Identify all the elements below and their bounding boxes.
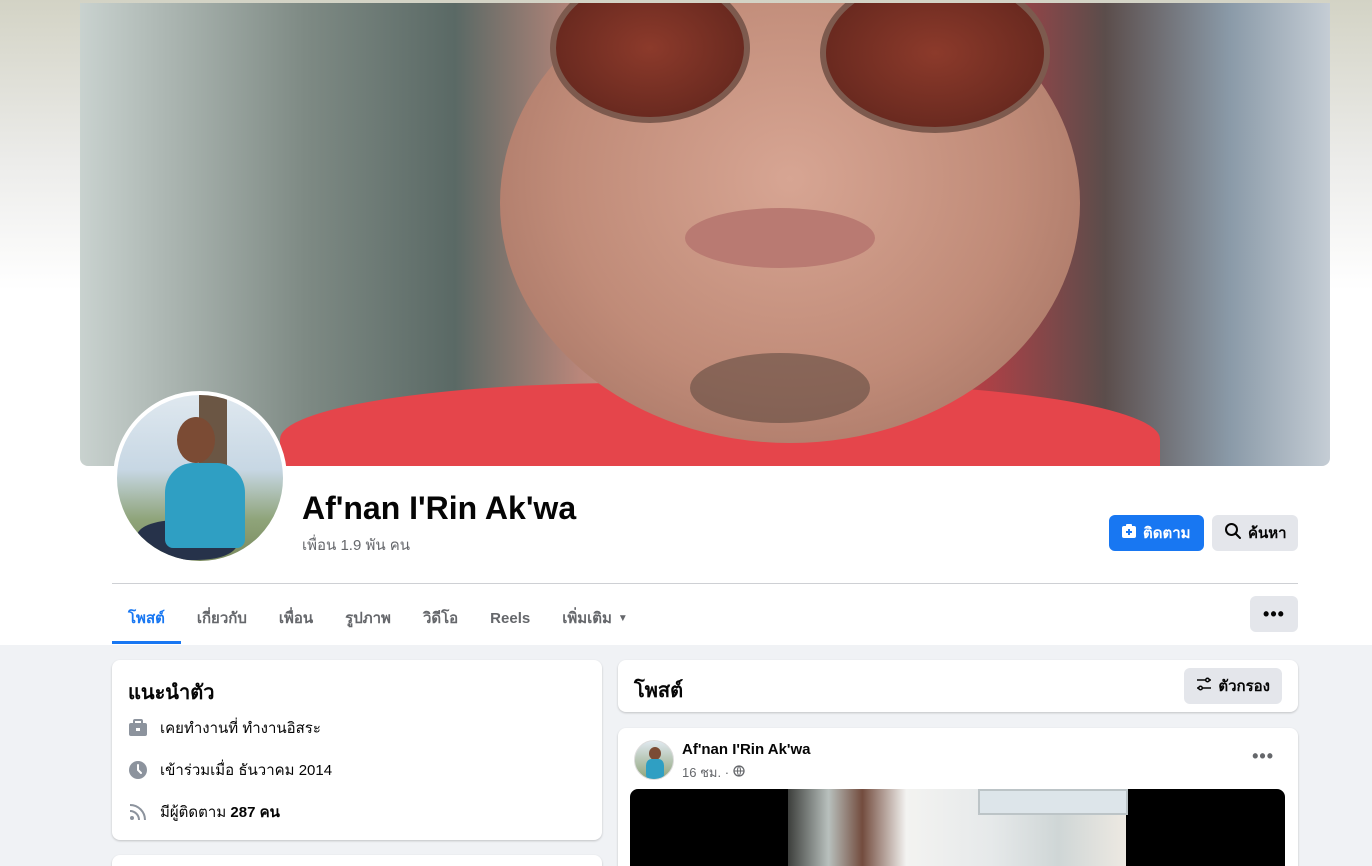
post-media[interactable] [630,789,1285,866]
search-label: ค้นหา [1248,525,1287,542]
followers-prefix: มีผู้ติดตาม [160,804,227,821]
intro-followers-row[interactable]: มีผู้ติดตาม 287 คน [128,800,280,824]
posts-header-card: โพสต์ ตัวกรอง [618,660,1298,712]
post-meta: 16 ชม. · [682,762,745,783]
more-dots-icon: ••• [1263,603,1285,624]
tab-photos-label: รูปภาพ [345,610,391,627]
tab-reels-label: Reels [490,609,531,627]
post-options-icon[interactable]: ••• [1252,746,1274,767]
briefcase-icon [128,718,148,738]
avatar-person-head [177,417,215,463]
profile-avatar[interactable] [113,391,287,565]
filter-label: ตัวกรอง [1218,678,1270,695]
clock-icon [128,760,148,780]
post-avatar-body [646,759,664,779]
tab-friends-label: เพื่อน [278,610,314,627]
search-icon [1224,522,1242,544]
follow-button[interactable]: ติดตาม [1109,515,1204,551]
profile-name: Af'nan I'Rin Ak'wa [302,490,577,526]
tab-videos[interactable]: วิดีโอ [407,592,474,644]
tab-more[interactable]: เพิ่มเติม ▼ [546,592,644,644]
intro-work-text: เคยทำงานที่ ทำงานอิสระ [160,720,321,737]
followers-count: 287 คน [230,804,280,821]
intro-joined-text: เข้าร่วมเมื่อ ธันวาคม 2014 [160,762,333,779]
cover-lips [685,208,875,268]
rss-icon [128,802,148,822]
tab-videos-label: วิดีโอ [422,610,459,627]
tab-reels[interactable]: Reels [474,592,546,644]
caret-down-icon: ▼ [617,612,628,624]
tab-posts[interactable]: โพสต์ [112,592,181,644]
intro-card: แนะนำตัว เคยทำงานที่ ทำงานอิสระ เข้าร่วม… [112,660,602,840]
avatar-person-body [165,463,245,548]
tab-photos[interactable]: รูปภาพ [329,592,407,644]
filter-icon [1196,676,1212,696]
tab-friends[interactable]: เพื่อน [263,592,329,644]
profile-tabs: โพสต์ เกี่ยวกับ เพื่อน รูปภาพ วิดีโอ Ree… [112,592,644,644]
cover-beard [690,353,870,423]
follow-icon [1121,523,1137,543]
tab-posts-label: โพสต์ [128,610,165,627]
intro-title: แนะนำตัว [128,682,215,704]
search-button[interactable]: ค้นหา [1212,515,1298,551]
tab-more-label: เพิ่มเติม [562,610,612,627]
post-photo-window [978,789,1128,815]
globe-icon [733,765,745,780]
post-author-avatar[interactable] [634,740,674,780]
friends-count[interactable]: เพื่อน 1.9 พัน คน [302,533,410,557]
header-divider [112,583,1298,584]
follow-label: ติดตาม [1143,525,1191,542]
post-card: Af'nan I'Rin Ak'wa 16 ชม. · ••• [618,728,1298,866]
cover-photo[interactable] [80,3,1330,466]
post-time[interactable]: 16 ชม. · [682,762,729,783]
intro-joined-row: เข้าร่วมเมื่อ ธันวาคม 2014 [128,758,332,782]
intro-work-row: เคยทำงานที่ ทำงานอิสระ [128,716,321,740]
tab-about[interactable]: เกี่ยวกับ [181,592,263,644]
posts-title: โพสต์ [634,680,684,702]
post-author-name[interactable]: Af'nan I'Rin Ak'wa [682,741,811,758]
profile-more-button[interactable]: ••• [1250,596,1298,632]
next-sidebar-card [112,855,602,866]
tab-about-label: เกี่ยวกับ [196,610,247,627]
intro-followers-text: มีผู้ติดตาม 287 คน [160,800,280,824]
filter-button[interactable]: ตัวกรอง [1184,668,1282,704]
